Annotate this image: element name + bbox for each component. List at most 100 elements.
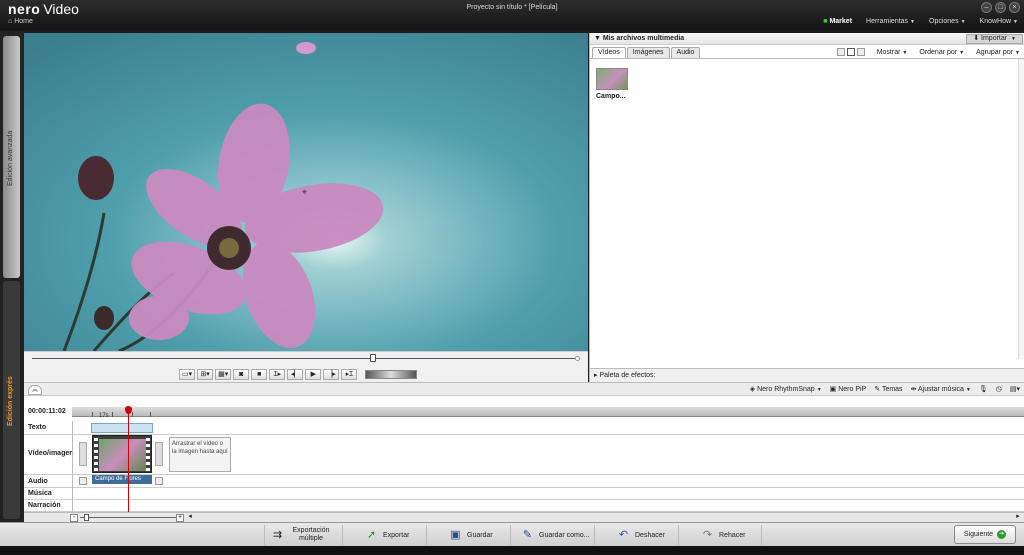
go-end-button[interactable]: ▸Ɪ [341, 369, 358, 380]
next-button[interactable]: Siguiente ➔ [954, 525, 1016, 544]
export-button[interactable]: ➚ Exportar [342, 525, 426, 545]
camera-icon: ◙ [239, 371, 244, 378]
zoom-slider[interactable] [80, 517, 180, 518]
mark-in-button[interactable]: Ɪ▸ [269, 369, 286, 380]
snapshot-button[interactable]: ◙ [233, 369, 250, 380]
aspect-button[interactable]: ▦▾ [215, 369, 232, 380]
tab-advanced-label: Edición avanzada [7, 130, 14, 186]
drop-target[interactable]: Arrastrar el vídeo o la imagen hasta aqu… [169, 437, 231, 472]
undo-icon: ↶ [618, 528, 629, 541]
grid-large-icon[interactable] [836, 48, 845, 56]
restore-icon[interactable]: □ [995, 2, 1006, 13]
import-button[interactable]: ⬇ Importar ▼ [966, 34, 1023, 44]
close-icon[interactable]: × [1009, 2, 1020, 13]
window-title: Proyecto sin título * [Película] [466, 4, 558, 11]
market-menu[interactable]: ■ Market [823, 18, 852, 25]
redo-button[interactable]: ↷ Rehacer [678, 525, 762, 545]
list-view-icon[interactable] [856, 48, 865, 56]
timeline-tools: ◈ Nero RhythmSnap ▼ ▣ Nero PiP ✎ Temas ⇹ … [750, 385, 1020, 393]
play-button[interactable]: ▶ [305, 369, 322, 380]
tab-audio[interactable]: Audio [670, 47, 701, 58]
save-as-icon: ✎ [522, 528, 533, 541]
home-link[interactable]: ⌂ Home [8, 18, 33, 25]
pip-button[interactable]: ▣ Nero PiP [830, 385, 867, 393]
ajustar-musica-button[interactable]: ⇹ Ajustar música ▼ [911, 385, 971, 393]
media-header: ▼ Mis archivos multimedia ⬇ Importar ▼ [590, 33, 1024, 45]
prev-frame-button[interactable]: ◂▏ [287, 369, 304, 380]
zoom-handle[interactable] [84, 514, 89, 521]
collapse-icon[interactable]: ︽ [28, 385, 42, 395]
redo-icon: ↷ [702, 528, 713, 541]
save-button[interactable]: ▣ Guardar [426, 525, 510, 545]
next-frame-button[interactable]: ▕▸ [323, 369, 340, 380]
transition-slot-right[interactable] [155, 442, 163, 466]
knowhow-menu[interactable]: KnowHow ▼ [980, 18, 1018, 25]
media-scrollbar[interactable] [1018, 59, 1024, 359]
zoom-in-icon[interactable]: + [176, 514, 184, 522]
tab-advanced-editing[interactable]: Edición avanzada [3, 36, 20, 278]
track-musica: Música [24, 488, 1024, 500]
grid-icon: ▦▾ [218, 371, 229, 378]
effects-palette-bar[interactable]: ▸ Paleta de efectos: [590, 368, 1024, 382]
view-options-icon[interactable]: ▤▾ [1010, 385, 1020, 393]
themes-icon: ✎ [874, 386, 881, 393]
undo-button[interactable]: ↶ Deshacer [594, 525, 678, 545]
export-multiple-button[interactable]: ⇉ Exportación múltiple [264, 525, 342, 545]
grid-small-icon[interactable] [846, 48, 855, 56]
scroll-left-icon[interactable]: ◂ [186, 513, 194, 522]
dropdown-icon: ▼ [1013, 19, 1018, 25]
zoom-out-icon[interactable]: - [70, 514, 78, 522]
clip-name-label: Campo de Flores [92, 475, 152, 484]
tab-express-label: Edición exprés [7, 376, 14, 426]
playhead-line[interactable] [128, 410, 129, 514]
step-forward-icon: ▕▸ [326, 371, 336, 378]
scrub-handle[interactable] [370, 354, 376, 362]
tab-express-editing[interactable]: Edición exprés [3, 281, 20, 519]
minimize-icon[interactable]: – [981, 2, 992, 13]
track-narracion: Narración [24, 500, 1024, 512]
media-item-label: Campo... [596, 93, 626, 100]
track-label: Narración [28, 502, 61, 509]
fit-mode-button[interactable]: ⊞▾ [197, 369, 214, 380]
track-texto: Texto [24, 421, 1024, 435]
timeline-toolbar: ︽ ◈ Nero RhythmSnap ▼ ▣ Nero PiP ✎ Temas … [24, 382, 1024, 396]
scroll-right-icon[interactable]: ▸ [1014, 513, 1022, 522]
media-title[interactable]: ▼ Mis archivos multimedia [594, 35, 684, 42]
stop-button[interactable]: ■ [251, 369, 268, 380]
collapse-arrow-icon: ▼ [594, 35, 601, 42]
opciones-menu[interactable]: Opciones ▼ [929, 18, 966, 25]
video-clip[interactable] [92, 435, 152, 473]
media-thumbnail[interactable] [596, 68, 628, 90]
scrub-end-marker[interactable] [575, 356, 580, 361]
rhythmsnap-button[interactable]: ◈ Nero RhythmSnap ▼ [750, 385, 822, 393]
market-icon: ■ [823, 18, 828, 25]
divider [590, 58, 1024, 59]
save-as-button[interactable]: ✎ Guardar como... [510, 525, 594, 545]
agrupar-dropdown[interactable]: Agrupar por ▼ [976, 49, 1020, 56]
display-mode-button[interactable]: ▭▾ [179, 369, 196, 380]
ruler-tick-label: 17s [99, 413, 109, 419]
dropdown-icon: ▼ [902, 49, 908, 56]
herramientas-menu[interactable]: Herramientas ▼ [866, 18, 915, 25]
track-label: Audio [28, 478, 48, 485]
text-clip-slot[interactable] [91, 423, 153, 433]
jog-wheel[interactable] [365, 370, 418, 379]
microphone-icon[interactable]: 🎙 [979, 385, 988, 393]
time-ruler[interactable] [72, 407, 1024, 417]
video-preview[interactable]: ⌖ [24, 33, 588, 351]
ordenar-dropdown[interactable]: Ordenar por ▼ [919, 49, 964, 56]
scrub-track[interactable] [32, 358, 580, 359]
import-icon: ⬇ [973, 35, 980, 42]
mostrar-dropdown[interactable]: Mostrar ▼ [877, 49, 908, 56]
title-bar: nero Video Proyecto sin título * [Películ… [0, 0, 1024, 30]
dropdown-icon: ▼ [1011, 36, 1016, 42]
temas-button[interactable]: ✎ Temas [874, 385, 902, 393]
transition-slot-left[interactable] [79, 442, 87, 466]
dropdown-icon: ▼ [816, 387, 822, 393]
audio-slot-left[interactable] [79, 477, 87, 485]
clock-icon[interactable]: ◷ [996, 385, 1002, 393]
tab-videos[interactable]: Vídeos [592, 47, 626, 58]
end-icon: ▸Ɪ [345, 371, 353, 378]
audio-slot-right[interactable] [155, 477, 163, 485]
tab-imagenes[interactable]: Imágenes [626, 47, 670, 58]
